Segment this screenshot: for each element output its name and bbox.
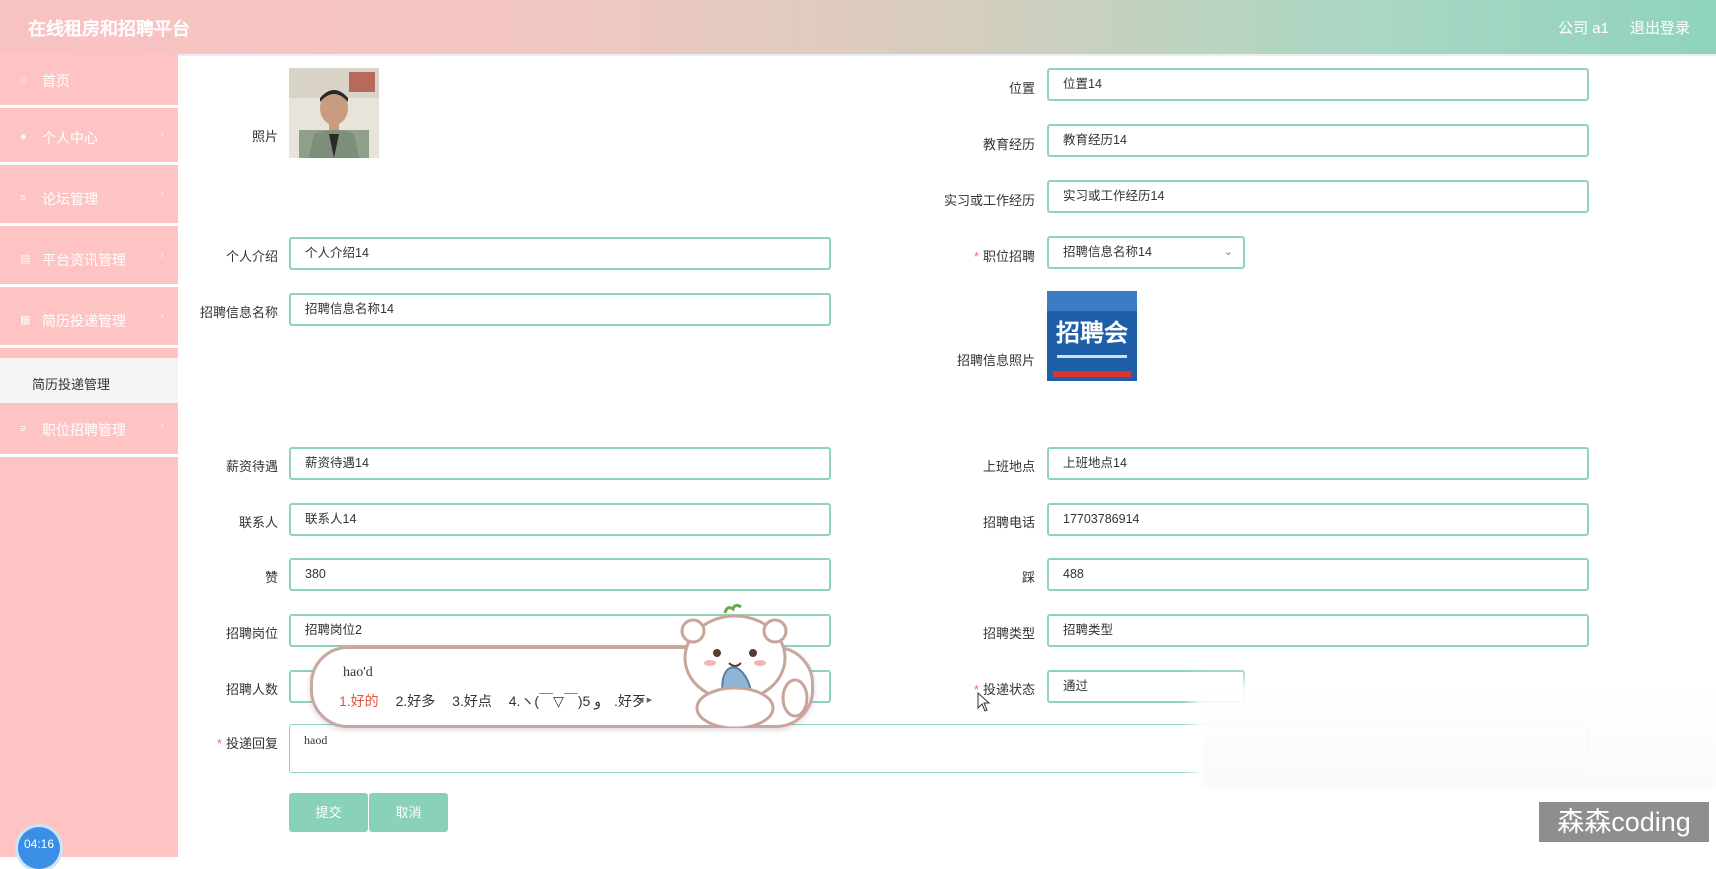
position-label: 招聘岗位 xyxy=(225,626,278,641)
location-field[interactable]: 位置14 xyxy=(1047,68,1589,101)
sidebar-item-label: 首页 xyxy=(42,73,70,89)
sidebar-subitem-resume[interactable]: 简历投递管理 xyxy=(0,358,178,403)
logout-link[interactable]: 退出登录 xyxy=(1630,17,1690,38)
type-field[interactable]: 招聘类型 xyxy=(1047,614,1589,647)
sidebar-item-label: 平台资讯管理 xyxy=(42,252,126,268)
sidebar-item-home[interactable]: ⌂ 首页 xyxy=(0,54,178,108)
watermark: 森森coding xyxy=(1539,802,1709,842)
job-select-value: 招聘信息名称14 xyxy=(1063,245,1152,259)
count-label: 招聘人数 xyxy=(225,682,278,697)
dislike-field[interactable]: 488 xyxy=(1047,558,1589,591)
reply-label: * 投递回复 xyxy=(148,733,278,752)
recruit-name-field[interactable]: 招聘信息名称14 xyxy=(289,293,831,326)
bear-mascot-icon xyxy=(680,603,809,728)
required-mark: * xyxy=(216,736,222,751)
submit-button[interactable]: 提交 xyxy=(289,793,368,832)
workplace-label: 上班地点 xyxy=(982,459,1035,474)
home-icon: ⌂ xyxy=(20,74,27,86)
like-label: 赞 xyxy=(264,570,278,585)
type-label: 招聘类型 xyxy=(982,626,1035,641)
sidebar-item-jobs[interactable]: ≡ 职位招聘管理 › xyxy=(0,403,178,457)
phone-label: 招聘电话 xyxy=(982,515,1035,530)
chevron-right-icon: › xyxy=(160,420,164,431)
cancel-button[interactable]: 取消 xyxy=(369,793,448,832)
ime-candidate-list: 1.好的 2.好多 3.好点 4.ヽ(￣▽￣)و 5.好歹 xyxy=(339,691,659,711)
sidebar-item-forum[interactable]: ≡ 论坛管理 › xyxy=(0,172,178,226)
sidebar-item-label: 简历投递管理 xyxy=(42,313,126,329)
person-photo-icon xyxy=(289,68,379,158)
job-label-text: 职位招聘 xyxy=(982,249,1035,264)
top-header: 在线租房和招聘平台 公司 a1 退出登录 xyxy=(0,0,1716,56)
sidebar-subitem-label: 简历投递管理 xyxy=(32,377,111,392)
recruit-photo-label: 招聘信息照片 xyxy=(956,353,1035,368)
recruit-photo-text: 招聘会 xyxy=(1056,318,1128,347)
mouse-pointer-icon xyxy=(977,692,991,712)
app-title: 在线租房和招聘平台 xyxy=(28,19,190,39)
job-select[interactable]: 招聘信息名称14 ⌄ xyxy=(1047,236,1245,269)
workplace-field[interactable]: 上班地点14 xyxy=(1047,447,1589,480)
education-label: 教育经历 xyxy=(982,137,1035,152)
sidebar-item-label: 论坛管理 xyxy=(42,191,98,207)
recruit-photo: 招聘会 xyxy=(1047,291,1137,381)
list-icon: ≡ xyxy=(20,192,27,204)
contact-label: 联系人 xyxy=(238,515,278,530)
dislike-label: 踩 xyxy=(1021,570,1035,585)
photo-label: 照片 xyxy=(251,129,278,144)
education-field[interactable]: 教育经历14 xyxy=(1047,124,1589,157)
ime-candidate[interactable]: 3.好点 xyxy=(452,693,492,709)
contact-field[interactable]: 联系人14 xyxy=(289,503,831,536)
location-label: 位置 xyxy=(1008,81,1035,96)
clock-badge: 04:16 xyxy=(18,827,60,869)
news-icon: ▤ xyxy=(20,253,31,265)
ime-candidate[interactable]: 5.好歹 xyxy=(583,693,646,709)
salary-label: 薪资待遇 xyxy=(225,459,278,474)
sidebar-item-label: 个人中心 xyxy=(42,130,98,146)
ime-candidate[interactable]: 1.好的 xyxy=(339,693,379,709)
salary-field[interactable]: 薪资待遇14 xyxy=(289,447,831,480)
ime-candidate[interactable]: 2.好多 xyxy=(396,693,436,709)
blurred-overlay xyxy=(1202,688,1716,788)
sidebar-item-label: 职位招聘管理 xyxy=(42,422,126,438)
current-user: 公司 a1 xyxy=(1558,20,1609,37)
like-field[interactable]: 380 xyxy=(289,558,831,591)
reply-label-text: 投递回复 xyxy=(225,736,278,751)
experience-field[interactable]: 实习或工作经历14 xyxy=(1047,180,1589,213)
chevron-right-icon: › xyxy=(160,189,164,200)
intro-field[interactable]: 个人介绍14 xyxy=(289,237,831,270)
experience-label: 实习或工作经历 xyxy=(943,193,1035,208)
ime-page-arrows-icon[interactable]: ◂ ▸ xyxy=(638,693,652,706)
job-label: * 职位招聘 xyxy=(905,246,1035,265)
status-label: * 投递状态 xyxy=(905,679,1035,698)
resume-icon: ▦ xyxy=(20,314,31,326)
intro-label: 个人介绍 xyxy=(225,249,278,264)
list-icon: ≡ xyxy=(20,423,27,435)
applicant-photo xyxy=(289,68,379,158)
ime-composition: hao'd xyxy=(343,665,373,680)
user-icon: ● xyxy=(20,131,27,143)
chevron-down-icon: ⌄ xyxy=(1223,246,1233,258)
recruit-name-label: 招聘信息名称 xyxy=(199,305,278,320)
phone-field[interactable]: 17703786914 xyxy=(1047,503,1589,536)
required-mark: * xyxy=(973,249,979,264)
